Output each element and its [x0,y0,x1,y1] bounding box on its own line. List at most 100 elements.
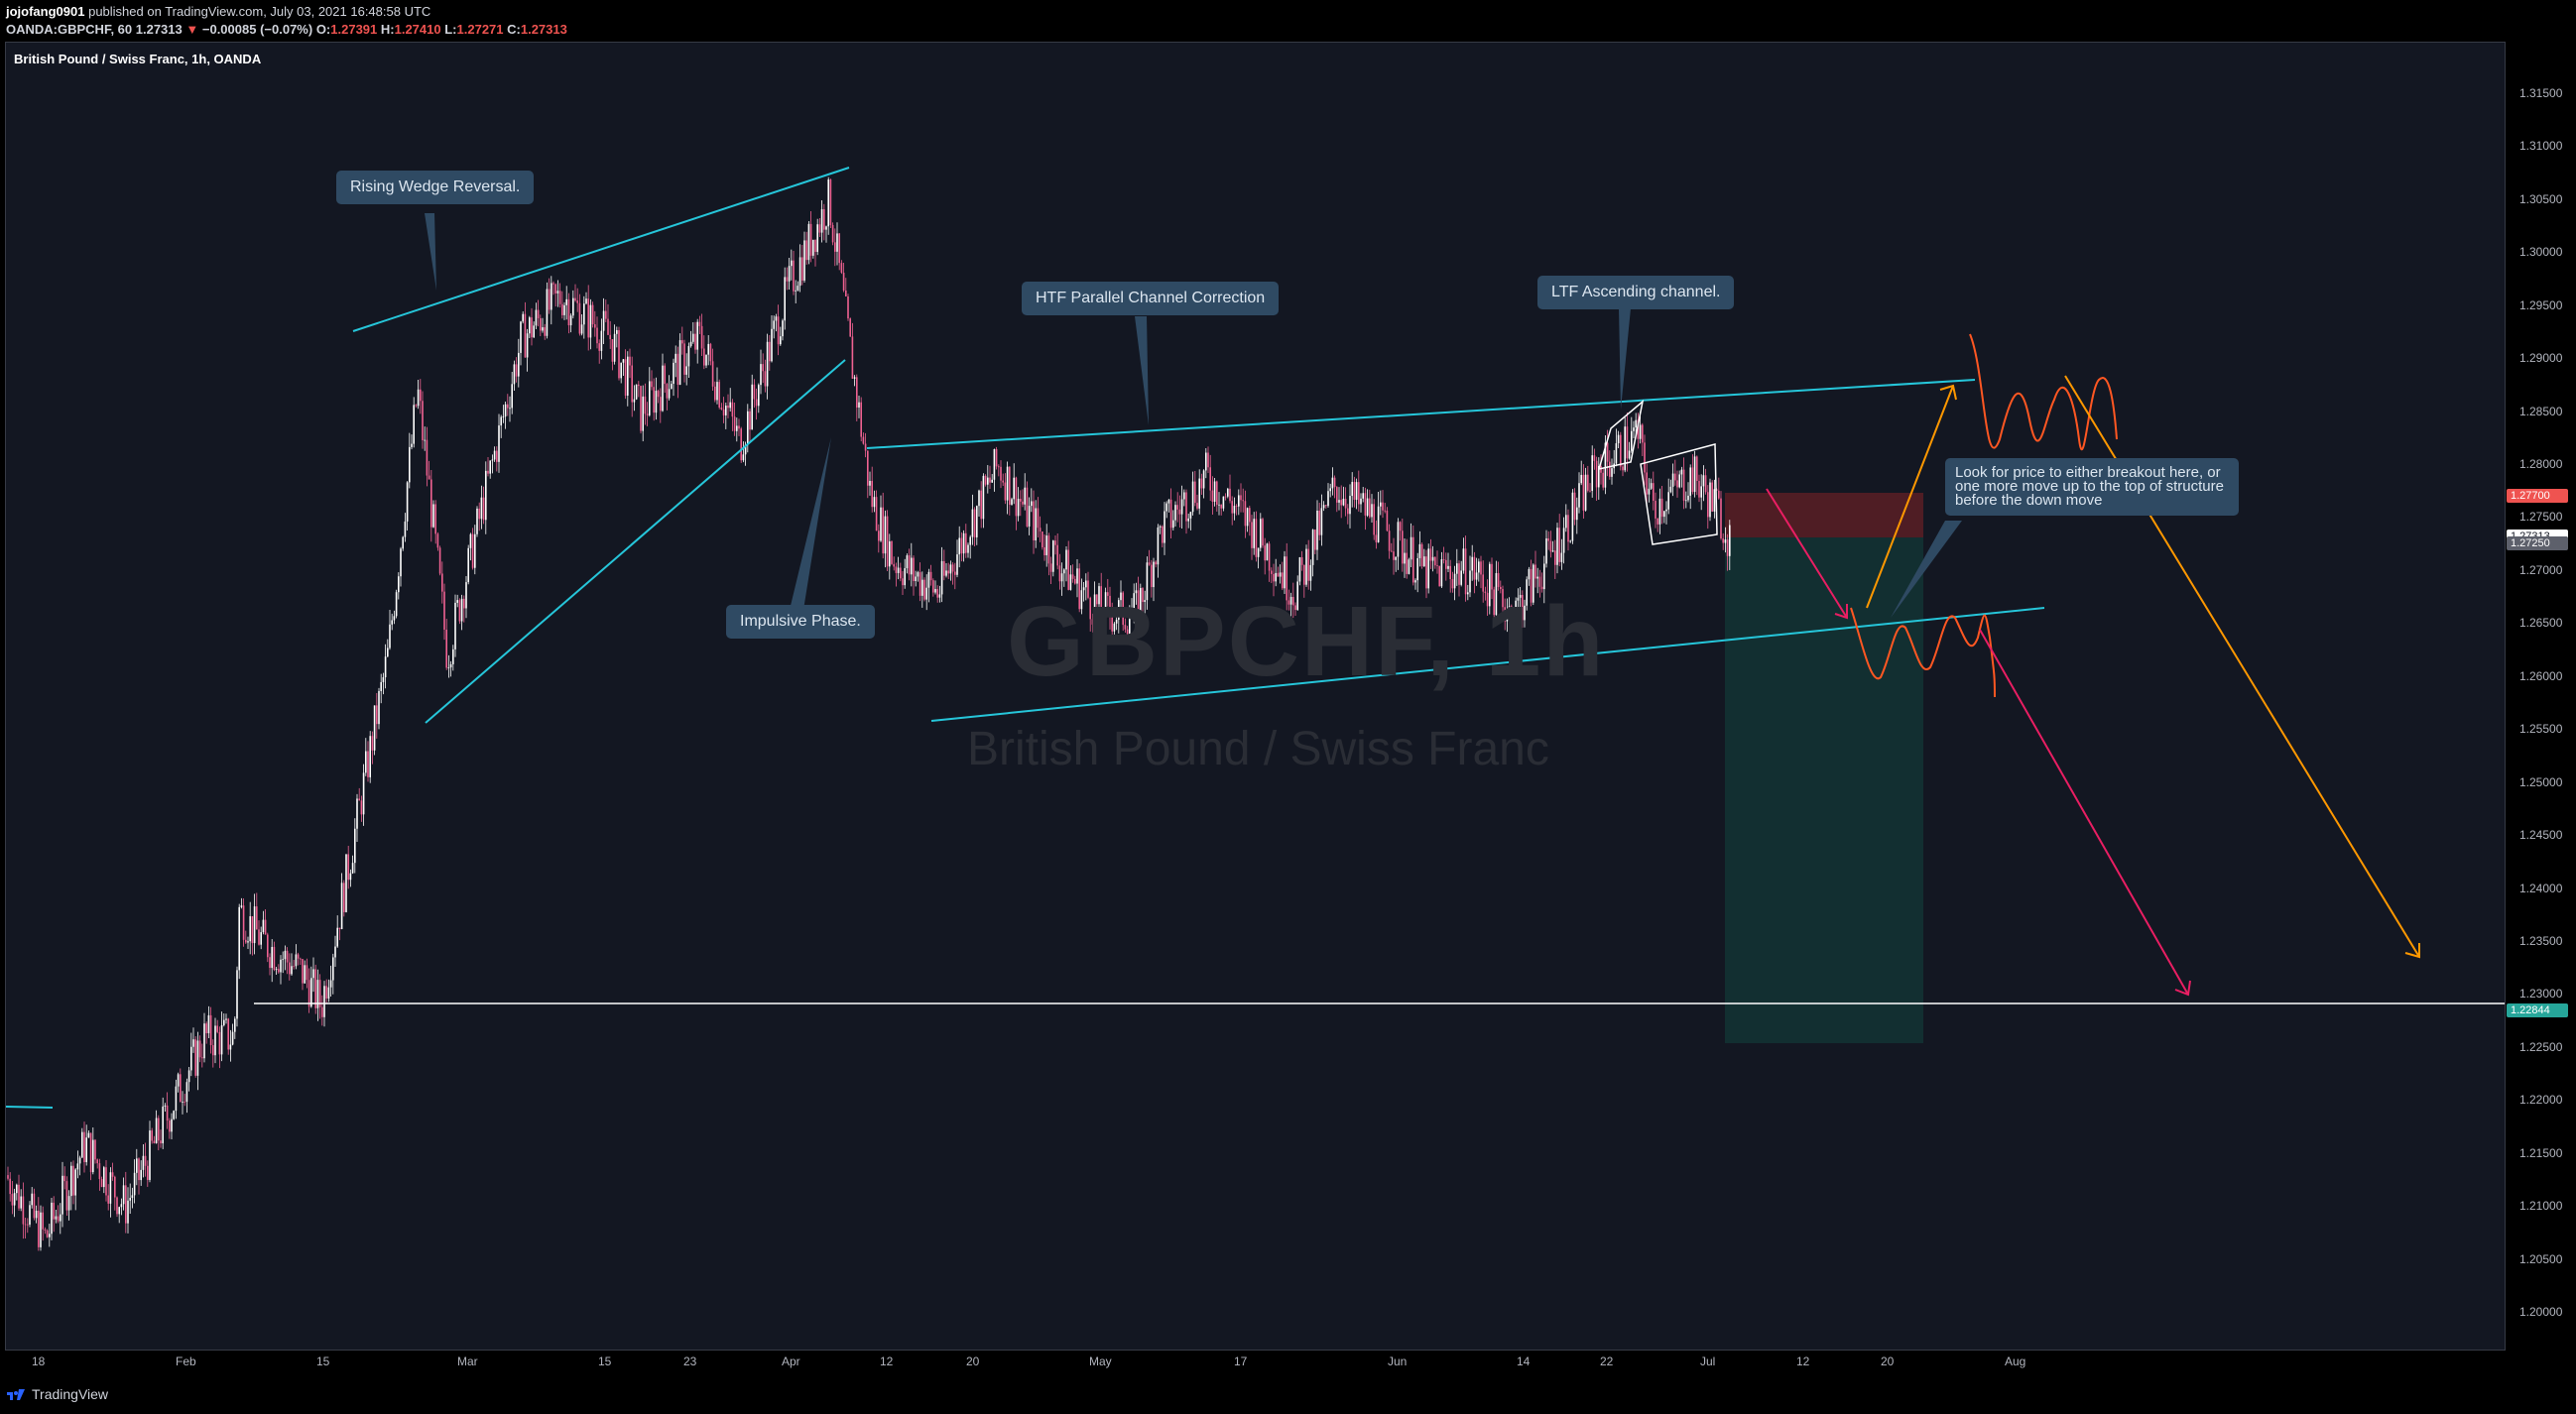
candle-body [1169,499,1172,529]
candle-body [323,986,325,1017]
candle-body [245,939,247,943]
candle-body [1687,495,1689,501]
candle-body [1264,545,1266,561]
candle-body [703,348,705,366]
candle-body [1235,506,1238,507]
candle-body [1342,498,1345,506]
candle-body [1639,424,1642,439]
candle-body [1255,519,1258,557]
candle-body [1667,492,1669,510]
candle-body [345,854,347,912]
candle-body [842,272,845,291]
candle-body [520,321,522,353]
candle-body [788,266,791,282]
candle-body [904,568,906,586]
candle-body [491,459,494,461]
candle-body [1534,564,1536,579]
candle-body [1336,487,1338,503]
candle-body [1609,461,1611,477]
candle-body [1582,474,1585,511]
candle-body [1676,480,1678,488]
time-tick-label: Jun [1388,1355,1408,1368]
candle-body [1257,547,1260,557]
time-tick-label: 14 [1517,1355,1531,1368]
candle-body [1431,556,1434,561]
candle-body [1410,536,1412,560]
candle-body [805,240,807,261]
callout-ltf-channel[interactable]: LTF Ascending channel. [1537,276,1735,309]
callout-htf-channel[interactable]: HTF Parallel Channel Correction [1022,282,1280,315]
candle-body [1196,503,1198,509]
candle-body [1447,565,1449,569]
footer-brand[interactable]: TradingView [32,1386,108,1402]
time-scale[interactable] [5,1351,2506,1372]
candle-body [1279,572,1282,577]
candle-body [951,564,954,572]
price-tick-label: 1.22000 [2519,1093,2563,1108]
publisher-user[interactable]: jojofang0901 [6,4,84,19]
price-tick-label: 1.31000 [2519,139,2563,154]
candle-body [107,1195,109,1204]
candle-body [223,1019,225,1025]
candle-body [653,387,655,413]
candle-body [275,969,278,971]
short-trendline[interactable] [6,1106,54,1109]
candle-body [76,1163,79,1170]
candle-body [155,1118,158,1143]
candle-body [411,443,413,447]
candle-body [1689,467,1691,496]
callout-look-for[interactable]: Look for price to either breakout here, … [1945,458,2239,516]
stop-loss-zone[interactable] [1725,493,1923,537]
candle-body [218,1031,221,1055]
candle-body [1347,508,1349,515]
candle-body [1569,540,1571,542]
candle-body [1412,536,1414,583]
candle-body [1418,543,1421,558]
candle-body [1427,548,1429,589]
candle-body [1042,531,1043,547]
candle-body [882,507,884,554]
candle-body [666,384,669,399]
price-badge: 1.27250 [2507,536,2568,551]
price-tick-label: 1.31500 [2519,86,2563,100]
candle-body [831,224,834,243]
candle-body [1213,481,1216,503]
candle-body [587,298,589,338]
candle-body [140,1169,142,1181]
candle-body [46,1230,49,1237]
symbol-legend[interactable]: British Pound / Swiss Franc, 1h, OANDA [14,52,261,66]
candle-body [227,1018,229,1050]
candle-body [1547,537,1549,541]
candle-body [149,1130,151,1180]
candle-body [638,384,640,387]
time-tick-label: 15 [316,1355,330,1368]
price-tick-label: 1.25500 [2519,722,2563,737]
candle-body [1693,456,1696,493]
candle-body [893,563,895,567]
candle-body [460,598,463,622]
candle-body [998,466,1000,468]
callout-impulsive[interactable]: Impulsive Phase. [726,605,875,639]
candle-body [297,954,300,959]
candle-body [44,1229,47,1231]
candle-body [1011,499,1013,505]
candle-body [260,932,262,945]
candle-body [673,362,675,385]
candle-body [1000,466,1002,481]
candle-body [198,1040,201,1058]
candle-body [1658,498,1661,525]
candle-body [278,969,280,973]
candle-body [441,573,443,592]
candle-body [753,384,756,400]
candle-body [895,566,898,573]
candle-body [1249,508,1251,523]
callout-rising-wedge[interactable]: Rising Wedge Reversal. [336,171,535,204]
candle-body [849,318,851,337]
candle-body [327,987,330,999]
candle-body [1202,470,1205,489]
price-tick-label: 1.23000 [2519,987,2563,1002]
candle-body [609,334,611,340]
candle-body [727,406,729,409]
candle-body [1200,478,1203,489]
candle-body [867,450,869,486]
